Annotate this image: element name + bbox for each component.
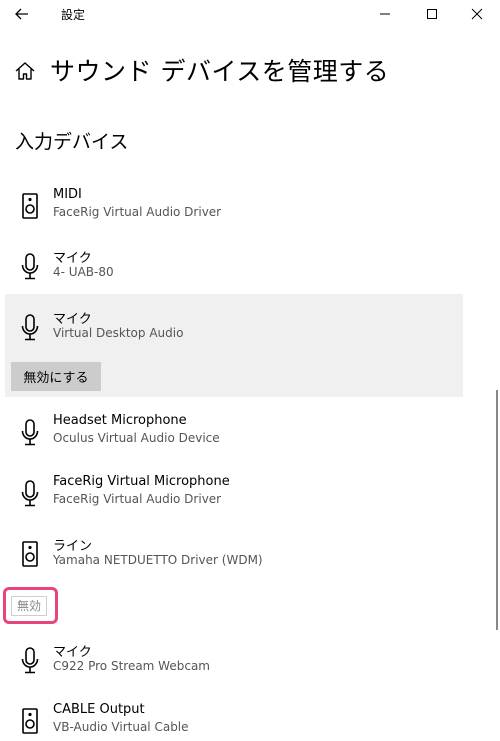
microphone-icon — [21, 419, 39, 446]
speaker-icon — [22, 708, 38, 734]
maximize-icon — [427, 9, 437, 19]
close-icon — [471, 8, 483, 20]
device-subtitle: 4- UAB-80 — [53, 265, 114, 279]
page-title: サウンド デバイスを管理する — [50, 57, 390, 86]
device-name: FaceRig Virtual Microphone — [53, 474, 230, 489]
device-subtitle: FaceRig Virtual Audio Driver — [53, 492, 222, 506]
device-subtitle: C922 Pro Stream Webcam — [53, 659, 210, 673]
home-icon — [15, 62, 35, 80]
speaker-icon — [22, 541, 38, 567]
minimize-icon — [380, 13, 390, 15]
microphone-icon — [21, 253, 39, 280]
device-name: マイク — [53, 312, 92, 327]
page-header: サウンド デバイスを管理する — [0, 50, 500, 90]
device-name: Headset Microphone — [53, 413, 187, 428]
device-subtitle: Yamaha NETDUETTO Driver (WDM) — [53, 553, 263, 567]
disabled-group-label: 無効 — [11, 596, 47, 616]
window-title: 設定 — [61, 8, 86, 22]
section-title: 入力デバイス — [15, 131, 129, 153]
speaker-icon — [22, 193, 38, 219]
microphone-icon — [21, 647, 39, 674]
device-name: ライン — [53, 539, 93, 554]
title-bar: 設定 — [0, 0, 500, 30]
scrollbar[interactable] — [496, 390, 498, 630]
close-button[interactable] — [454, 0, 500, 28]
device-subtitle: VB-Audio Virtual Cable — [53, 720, 189, 734]
maximize-button[interactable] — [409, 0, 455, 28]
device-subtitle: Virtual Desktop Audio — [53, 326, 184, 340]
back-arrow-icon — [15, 8, 28, 20]
device-name: CABLE Output — [53, 702, 145, 717]
device-name: マイク — [53, 251, 92, 266]
device-name: MIDI — [53, 187, 82, 202]
device-name: マイク — [53, 645, 92, 660]
microphone-icon — [21, 480, 39, 507]
home-button[interactable] — [14, 60, 36, 86]
device-subtitle: FaceRig Virtual Audio Driver — [53, 205, 222, 219]
device-subtitle: Oculus Virtual Audio Device — [53, 431, 220, 445]
microphone-icon — [21, 314, 39, 341]
back-button[interactable] — [10, 3, 36, 25]
minimize-button[interactable] — [362, 0, 408, 28]
disable-button[interactable]: 無効にする — [11, 362, 101, 391]
